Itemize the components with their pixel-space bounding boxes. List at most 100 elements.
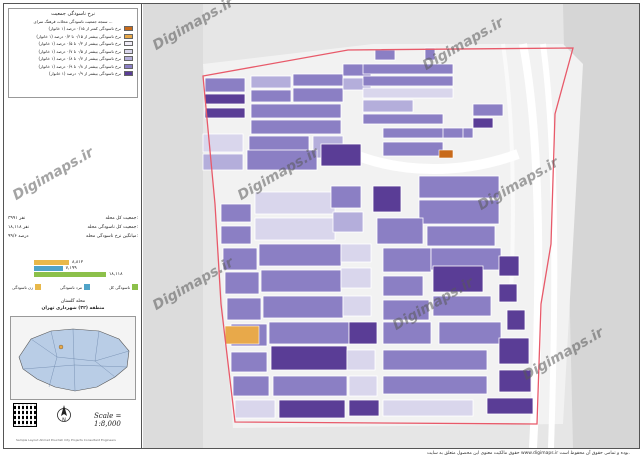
map-scale: Scale = 1:8,000 — [94, 412, 122, 428]
city-block[interactable] — [342, 295, 372, 317]
city-block[interactable] — [362, 75, 454, 87]
region-neighborhood: محله گلستان — [60, 299, 86, 304]
city-block[interactable] — [224, 271, 260, 295]
city-block[interactable] — [498, 337, 530, 365]
city-block[interactable] — [426, 225, 496, 247]
city-block[interactable] — [340, 267, 372, 289]
city-block[interactable] — [262, 295, 344, 319]
legend-rows: نرخ ناسودگی کمتر از ۰/۱۵ درصد (۱ خانوار)… — [9, 25, 137, 78]
city-block[interactable] — [438, 321, 502, 345]
city-block[interactable] — [486, 397, 534, 415]
legend-item: نرخ ناسودگی بیشتر از ۰/۱۵ تا ۰/۳ درصد (۱… — [9, 33, 137, 41]
population-bar-label: ۷,۱۹۹ — [65, 265, 77, 271]
city-block[interactable] — [362, 99, 414, 113]
city-block[interactable] — [254, 217, 336, 241]
stat-row: ۱۸,۱۱۸ نفر جمعیت کل ناسودگی محله: — [8, 223, 138, 232]
bar-key-swatch — [34, 284, 41, 290]
city-block[interactable] — [258, 243, 342, 267]
legend-item-label: نرخ ناسودگی بیشتر از ۰/۹ درصد (۱ خانوار) — [49, 71, 121, 77]
population-bar-label: ۱۸,۱۱۸ — [109, 271, 123, 277]
legend-item: نرخ ناسودگی بیشتر از ۰/۵ تا ۰/۷ درصد (۱ … — [9, 48, 137, 56]
city-block[interactable] — [202, 153, 244, 171]
city-block[interactable] — [382, 275, 424, 297]
city-block[interactable] — [204, 107, 246, 119]
city-block[interactable] — [472, 103, 504, 117]
legend-item: نرخ ناسودگی بیشتر از ۰/۸ تا ۰/۹ درصد (۱ … — [9, 63, 137, 71]
city-block[interactable] — [382, 247, 432, 273]
side-panel: نرخ ناسودگی جمعیت سنجه جمعیت ناسودگی محل… — [4, 4, 142, 448]
region-title: محله گلستان منطقه (۳۲) شهرداری تهران — [8, 298, 138, 312]
population-bar-label: ۸,۸۱۲ — [72, 259, 84, 265]
city-block[interactable] — [348, 321, 378, 345]
city-block-highlight[interactable] — [224, 325, 260, 345]
city-block[interactable] — [260, 269, 342, 293]
city-block[interactable] — [498, 255, 520, 277]
legend-swatch — [124, 26, 133, 32]
legend-item-label: نرخ ناسودگی کمتر از ۰/۱۵ درصد (۱ خانوار) — [48, 26, 121, 32]
city-block[interactable] — [372, 185, 402, 213]
city-block[interactable] — [320, 143, 362, 167]
city-block[interactable] — [346, 349, 376, 371]
map-svg[interactable] — [143, 4, 639, 448]
city-block[interactable] — [250, 103, 342, 119]
city-block[interactable] — [382, 141, 444, 157]
city-block[interactable] — [442, 127, 464, 139]
city-block[interactable] — [220, 203, 252, 223]
legend-swatch — [124, 41, 133, 47]
city-block[interactable] — [362, 113, 444, 125]
city-block[interactable] — [376, 217, 424, 245]
copyright-notice: حقوق مالکیت معنوی این محصول متعلق به سای… — [427, 451, 630, 456]
region-district: منطقه (۳۲) شهرداری تهران — [41, 306, 105, 311]
city-block[interactable] — [232, 375, 270, 397]
city-block[interactable] — [220, 225, 252, 245]
city-block[interactable] — [292, 87, 344, 103]
city-block[interactable] — [498, 283, 518, 303]
city-block[interactable] — [506, 309, 526, 331]
city-block-highlight[interactable] — [438, 149, 454, 159]
city-block[interactable] — [374, 49, 396, 61]
city-block[interactable] — [226, 297, 262, 321]
legend-swatch — [124, 48, 133, 54]
city-block[interactable] — [204, 77, 246, 93]
city-block[interactable] — [292, 73, 344, 87]
stat-value: ۳۹۹۱ نفر — [8, 216, 26, 221]
city-block[interactable] — [268, 321, 350, 345]
legend-item-label: نرخ ناسودگی بیشتر از ۰/۱۵ تا ۰/۳ درصد (۱… — [36, 33, 121, 39]
city-block[interactable] — [382, 375, 488, 395]
city-block[interactable] — [270, 345, 348, 371]
city-block[interactable] — [362, 87, 454, 99]
city-block[interactable] — [250, 89, 292, 103]
legend-swatch — [124, 63, 133, 69]
legend-item: نرخ ناسودگی بیشتر از ۰/۷ تا ۰/۸ درصد (۱ … — [9, 55, 137, 63]
legend-item: نرخ ناسودگی کمتر از ۰/۱۵ درصد (۱ خانوار) — [9, 25, 137, 33]
city-block[interactable] — [382, 399, 474, 417]
footer-box: N Scale = 1:8,000 Sample Layout Ahmad Po… — [8, 402, 140, 448]
city-block[interactable] — [382, 349, 488, 371]
legend-item: نرخ ناسودگی بیشتر از ۰/۳ تا ۰/۵ درصد (۱ … — [9, 40, 137, 48]
city-block[interactable] — [254, 191, 336, 215]
stats-block: ۳۹۹۱ نفر جمعیت کل محله: ۱۸,۱۱۸ نفر جمعیت ک… — [8, 214, 138, 241]
legend-item: نرخ ناسودگی بیشتر از ۰/۹ درصد (۱ خانوار) — [9, 70, 137, 78]
city-block[interactable] — [230, 351, 268, 373]
city-block[interactable] — [204, 93, 246, 105]
locator-map — [10, 316, 136, 400]
legend: نرخ ناسودگی جمعیت سنجه جمعیت ناسودگی محل… — [8, 8, 138, 98]
city-block[interactable] — [472, 117, 494, 129]
city-block[interactable] — [340, 243, 372, 263]
bar-chart-keys: زن ناسودگی مرد ناسودگی ناسودگی کل — [12, 284, 138, 290]
city-block[interactable] — [348, 375, 378, 397]
city-block[interactable] — [332, 211, 364, 233]
city-block[interactable] — [330, 185, 362, 209]
stat-row: ۳۹۹۱ نفر جمعیت کل محله: — [8, 214, 138, 223]
locator-map-svg — [18, 328, 130, 392]
stat-value: ۱۸,۱۱۸ نفر — [8, 225, 29, 230]
bar-key-male: مرد ناسودگی — [60, 284, 91, 290]
city-block[interactable] — [272, 375, 348, 397]
city-block[interactable] — [250, 75, 292, 89]
city-block[interactable] — [250, 119, 342, 135]
city-block[interactable] — [234, 399, 276, 419]
map-canvas[interactable] — [143, 4, 639, 448]
city-block[interactable] — [348, 399, 380, 417]
population-bar — [34, 266, 63, 271]
city-block[interactable] — [278, 399, 346, 419]
